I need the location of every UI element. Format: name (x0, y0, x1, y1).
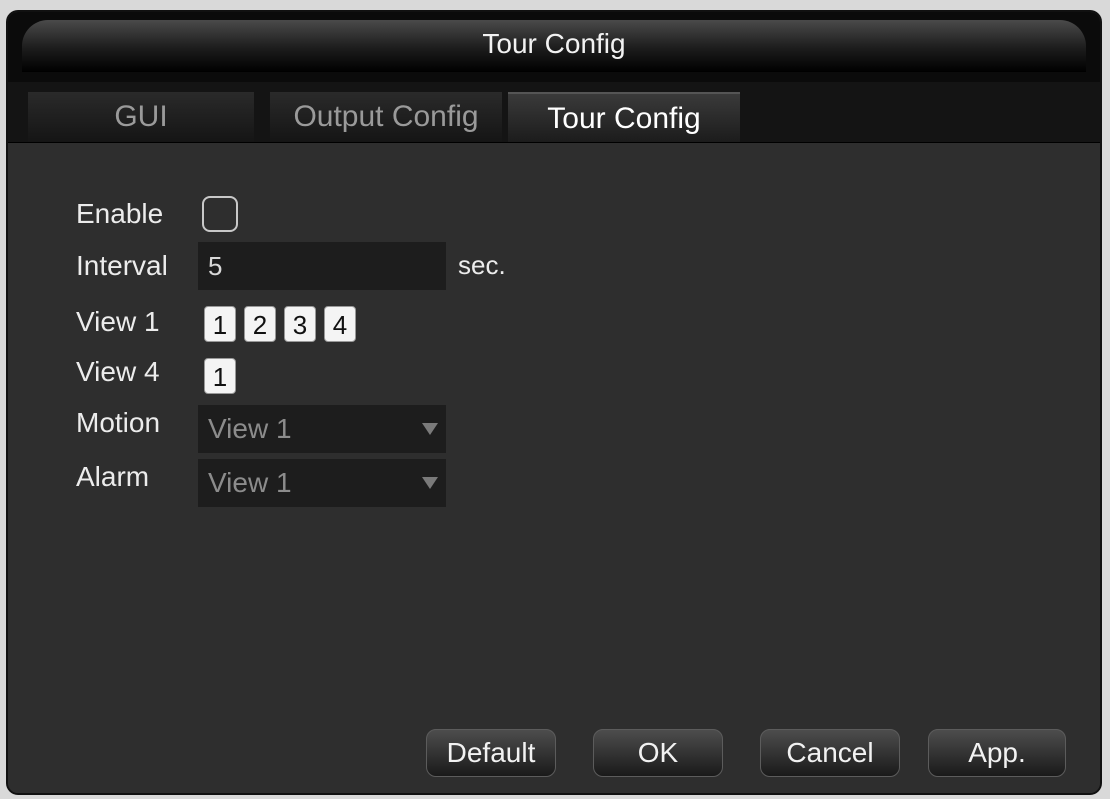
view1-option-3[interactable]: 3 (284, 306, 316, 342)
view4-option-1[interactable]: 1 (204, 358, 236, 394)
default-button[interactable]: Default (426, 729, 556, 777)
window-title: Tour Config (482, 28, 626, 59)
tab-bar: GUI Output Config Tour Config (8, 82, 1100, 143)
title-bar: Tour Config (8, 12, 1100, 82)
view1-option-4[interactable]: 4 (324, 306, 356, 342)
enable-label: Enable (76, 198, 164, 229)
tab-gui[interactable]: GUI (28, 92, 254, 142)
chevron-down-icon (422, 477, 438, 489)
alarm-select-value: View 1 (208, 467, 292, 498)
tour-config-window: Tour Config GUI Output Config Tour Confi… (6, 10, 1102, 795)
alarm-label: Alarm (76, 461, 150, 492)
view4-label: View 4 (76, 356, 160, 387)
view1-option-2[interactable]: 2 (244, 306, 276, 342)
alarm-select[interactable]: View 1 (198, 459, 446, 507)
view1-label: View 1 (76, 306, 160, 337)
apply-button[interactable]: App. (928, 729, 1066, 777)
tab-output-config[interactable]: Output Config (270, 92, 502, 142)
interval-unit: sec. (458, 250, 506, 280)
interval-label: Interval (76, 250, 168, 281)
ok-button[interactable]: OK (593, 729, 723, 777)
motion-select-value: View 1 (208, 413, 292, 444)
chevron-down-icon (422, 423, 438, 435)
content-panel: Enable Interval 5 sec. View 1 1 2 3 4 Vi… (8, 143, 1100, 793)
view1-option-1[interactable]: 1 (204, 306, 236, 342)
enable-checkbox[interactable] (202, 196, 238, 232)
interval-input[interactable]: 5 (198, 242, 446, 290)
motion-label: Motion (76, 407, 161, 438)
motion-select[interactable]: View 1 (198, 405, 446, 453)
tab-tour-config[interactable]: Tour Config (508, 92, 740, 142)
cancel-button[interactable]: Cancel (760, 729, 900, 777)
